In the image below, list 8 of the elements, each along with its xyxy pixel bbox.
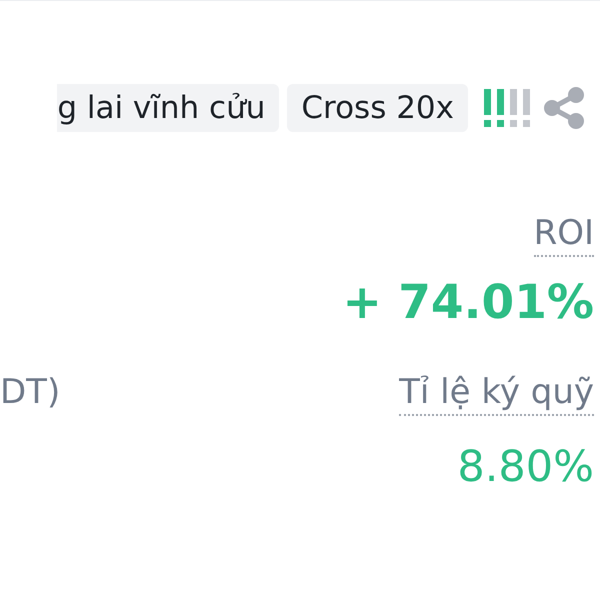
margin-ratio-value: 8.80% bbox=[457, 442, 594, 492]
roi-value: + 74.01% bbox=[342, 275, 594, 330]
size-label: DT) bbox=[0, 372, 60, 412]
roi-label: ROI bbox=[534, 213, 594, 257]
share-icon[interactable] bbox=[542, 85, 586, 131]
margin-ratio-label: Tỉ lệ ký quỹ bbox=[399, 372, 594, 416]
tag: Cross 20x bbox=[287, 84, 468, 132]
tag: g lai vĩnh cửu bbox=[57, 84, 280, 132]
